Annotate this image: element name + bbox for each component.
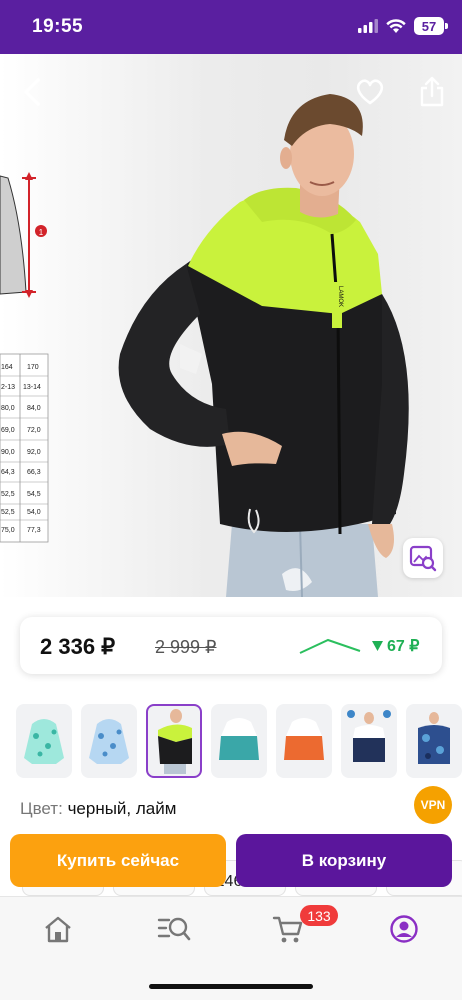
jacket-thumbnail <box>418 712 450 764</box>
size-cell: 52,5 <box>1 491 15 498</box>
tab-home[interactable] <box>36 911 80 947</box>
color-label: Цвет: <box>20 799 63 818</box>
color-info: Цвет: черный, лайм <box>20 799 176 819</box>
share-button[interactable] <box>412 72 452 112</box>
battery-icon: 57 <box>414 17 448 35</box>
home-icon <box>45 916 71 943</box>
battery-level: 57 <box>421 18 437 34</box>
signal-icon <box>358 19 378 33</box>
status-bar: 19:55 57 <box>0 0 462 54</box>
size-cell: 72,0 <box>27 427 41 434</box>
home-indicator <box>149 984 313 989</box>
size-cell: 164 <box>1 364 13 371</box>
tab-catalog[interactable] <box>152 911 196 947</box>
tab-profile[interactable] <box>382 911 426 947</box>
size-cell: 64,3 <box>1 469 15 476</box>
add-to-cart-button[interactable]: В корзину <box>236 834 452 887</box>
size-cell: 69,0 <box>1 427 15 434</box>
jacket-thumbnail <box>284 718 324 760</box>
color-value: черный, лайм <box>67 799 177 818</box>
price-card[interactable]: 2 336 ₽ 2 999 ₽ 67 ₽ <box>20 617 442 674</box>
image-search-button[interactable] <box>403 538 443 578</box>
product-photo: 1 164 170 2-13 13-14 80,0 84,0 69,0 72,0… <box>0 94 409 597</box>
price-drop-value: 67 ₽ <box>387 638 420 655</box>
size-cell: 90,0 <box>1 449 15 456</box>
size-cell: 66,3 <box>27 469 41 476</box>
cart-icon <box>272 916 303 943</box>
size-cell: 170 <box>27 364 39 371</box>
thumbnail-blue-camo[interactable] <box>406 704 462 778</box>
size-cell: 54,5 <box>27 491 41 498</box>
product-page: 19:55 57 1 164 170 2-13 13-14 80,0 84,0 … <box>0 0 462 1000</box>
zipper-label: LAMOK <box>337 286 343 307</box>
thumbnail-black-lime[interactable] <box>146 704 202 778</box>
size-cell: 92,0 <box>27 449 41 456</box>
price-drop: 67 ₽ <box>372 636 419 656</box>
profile-icon <box>390 915 418 943</box>
size-cell: 52,5 <box>1 509 15 516</box>
size-cell: 13-14 <box>23 384 41 391</box>
jacket-thumbnail <box>219 718 259 760</box>
thumbnail-blue-print[interactable] <box>81 704 137 778</box>
size-diagram: 1 <box>0 172 47 298</box>
diagram-marker: 1 <box>39 228 44 237</box>
size-cell: 75,0 <box>1 527 15 534</box>
status-icons: 57 <box>358 17 448 35</box>
jacket-thumbnail <box>24 719 64 764</box>
jacket-thumbnail <box>347 710 391 762</box>
color-thumbnails <box>16 704 462 778</box>
share-icon <box>420 76 444 107</box>
size-cell: 77,3 <box>27 527 41 534</box>
thumbnail-orange-white[interactable] <box>276 704 332 778</box>
image-search-icon <box>409 545 437 572</box>
chevron-left-icon <box>24 78 40 106</box>
status-time: 19:55 <box>32 16 84 37</box>
size-cell: 80,0 <box>1 405 15 412</box>
product-image[interactable]: 1 164 170 2-13 13-14 80,0 84,0 69,0 72,0… <box>0 54 462 597</box>
thumbnail-navy-white[interactable] <box>341 704 397 778</box>
arrow-down-icon <box>372 641 383 651</box>
size-cell: 84,0 <box>27 405 41 412</box>
old-price: 2 999 ₽ <box>155 637 217 657</box>
catalog-search-icon <box>157 917 191 941</box>
size-cell: 54,0 <box>27 509 41 516</box>
jacket-thumbnail <box>89 719 129 764</box>
wifi-icon <box>386 18 406 33</box>
thumbnail-teal-white[interactable] <box>211 704 267 778</box>
thumbnail-mint-print[interactable] <box>16 704 72 778</box>
size-table: 164 170 2-13 13-14 80,0 84,0 69,0 72,0 9… <box>0 353 49 543</box>
heart-icon <box>356 79 384 105</box>
back-button[interactable] <box>14 74 50 110</box>
buy-now-button[interactable]: Купить сейчас <box>10 834 226 887</box>
jacket-thumbnail <box>158 709 192 774</box>
size-cell: 2-13 <box>1 384 15 391</box>
favorite-button[interactable] <box>350 74 390 110</box>
current-price: 2 336 ₽ <box>40 634 116 659</box>
cart-count-badge: 133 <box>300 905 338 926</box>
vpn-badge[interactable]: VPN <box>414 786 452 824</box>
price-trend-chart <box>299 638 361 654</box>
